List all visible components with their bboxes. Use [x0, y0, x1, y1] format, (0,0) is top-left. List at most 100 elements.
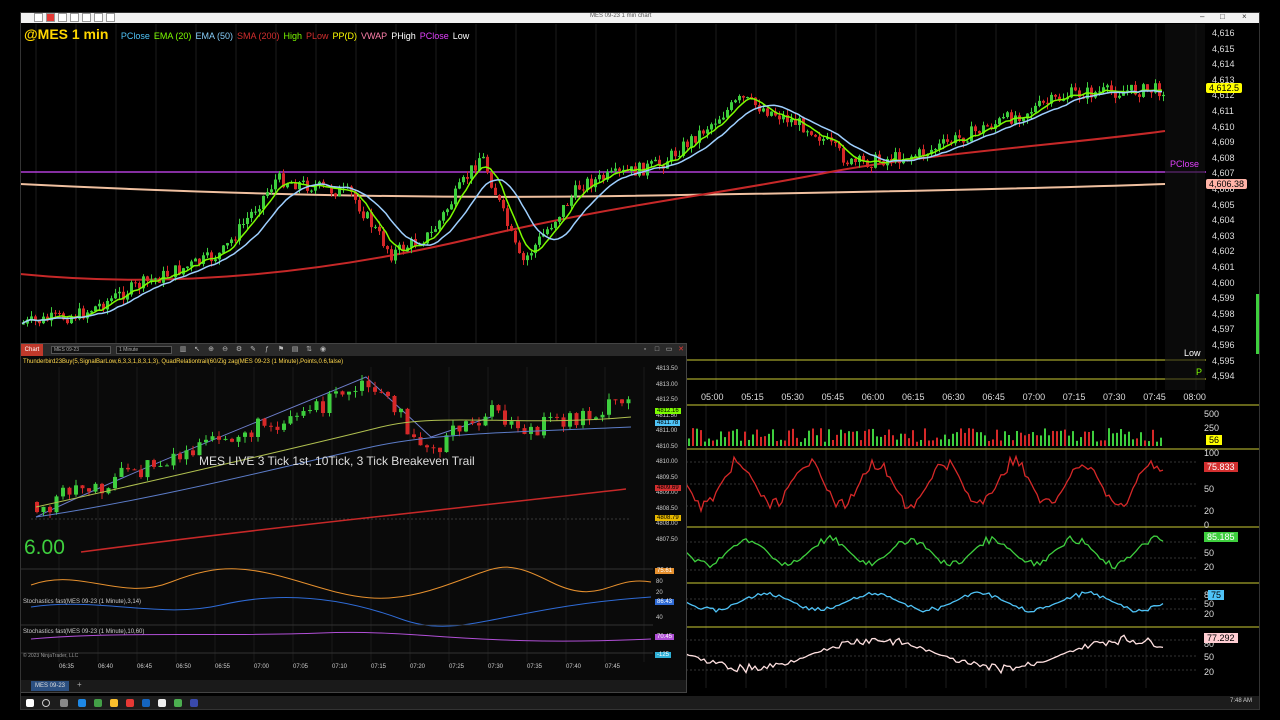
- instrument-select[interactable]: MES 09-23: [51, 346, 111, 354]
- chrome-icon[interactable]: [94, 699, 102, 707]
- minimize-button[interactable]: –: [1200, 12, 1204, 21]
- strategy-icon[interactable]: ⚑: [277, 346, 285, 354]
- nt-maximize-icon[interactable]: □: [653, 346, 661, 354]
- osc1-panel: 100 80 50 20 0 75.833: [686, 448, 1260, 530]
- zoom-in-icon[interactable]: ⊕: [207, 346, 215, 354]
- candle-body: [938, 143, 941, 150]
- add-tab-icon[interactable]: [58, 13, 67, 22]
- price-tick: 4,601: [1212, 262, 1235, 272]
- search-icon[interactable]: [42, 699, 50, 707]
- nt-min-icon[interactable]: ▭: [665, 346, 673, 354]
- candle-body: [550, 227, 553, 230]
- nt-time-tick: 06:40: [98, 664, 114, 670]
- edge-icon[interactable]: [78, 699, 86, 707]
- nt-candle-body: [334, 391, 338, 394]
- nt-candle-body: [145, 460, 150, 478]
- chart-icon[interactable]: [94, 13, 103, 22]
- candle-body: [1002, 117, 1005, 119]
- explorer-icon[interactable]: [110, 699, 118, 707]
- candle-body: [1006, 112, 1009, 118]
- candle-body: [850, 158, 853, 165]
- nt-candle-body: [210, 436, 215, 440]
- record-icon[interactable]: [46, 13, 55, 22]
- maximize-button[interactable]: □: [1220, 12, 1225, 21]
- nt-candle-body: [490, 405, 494, 417]
- layout-icon[interactable]: [82, 13, 91, 22]
- add-tab-button[interactable]: +: [77, 680, 82, 689]
- nt-candle-body: [425, 445, 429, 448]
- zoom-out-icon[interactable]: ⊖: [221, 346, 229, 354]
- right-indicator-panels[interactable]: 500 250 56 100 80 50 20 0 75.833 80 50 2…: [685, 404, 1260, 688]
- close-button[interactable]: ×: [1242, 12, 1247, 21]
- data-box-icon[interactable]: ▤: [291, 346, 299, 354]
- app-icon-3[interactable]: [174, 699, 182, 707]
- price-axis[interactable]: 4,616 4,615 4,614 4,613 4,612 4,611 4,610 4,609…: [1208, 24, 1260, 390]
- candle-body: [262, 195, 265, 210]
- app-icon-2[interactable]: [158, 699, 166, 707]
- folder-icon[interactable]: [70, 13, 79, 22]
- window-icon[interactable]: [34, 13, 43, 22]
- nt-price-tick: 4807.50: [656, 536, 678, 543]
- nt-price-axis[interactable]: 4813.50 4813.00 4812.50 4811.50 4811.00 4810.…: [653, 357, 686, 667]
- stochastics-1-label: Stochastics fast(MES 09-23 (1 Minute),3,…: [23, 599, 142, 605]
- nt-candle-body: [282, 423, 286, 430]
- nt-price-flag: 4809.69: [655, 485, 681, 491]
- drawing-tool-icon[interactable]: ✎: [249, 346, 257, 354]
- nt-osc-flag: -125: [655, 652, 672, 658]
- candle-body: [526, 255, 529, 261]
- candle-body: [54, 312, 57, 314]
- app-icon-4[interactable]: [190, 699, 198, 707]
- time-tick: 06:30: [942, 392, 965, 402]
- nt-candle-body: [574, 413, 579, 426]
- nt-candle-body: [347, 391, 351, 395]
- strategy-overlay-text: MES LIVE 3 Tick 1st, 10Tick, 3 Tick Brea…: [199, 454, 475, 468]
- bar-type-icon[interactable]: ▥: [179, 346, 187, 354]
- candle-body: [118, 291, 121, 294]
- candle-body: [446, 209, 449, 213]
- candle-body: [762, 108, 765, 112]
- indicators-icon[interactable]: ƒ: [263, 346, 271, 354]
- symbol-label: @MES 1 min: [24, 26, 109, 42]
- start-icon[interactable]: [26, 699, 34, 707]
- tab-mes[interactable]: MES 09-23: [31, 681, 70, 691]
- candle-body: [490, 172, 493, 188]
- nt-restore-icon[interactable]: ▫: [641, 346, 649, 354]
- nt-time-tick: 07:35: [527, 664, 543, 670]
- candle-body: [822, 139, 825, 141]
- candle-body: [434, 229, 437, 232]
- chart-menu-button[interactable]: Chart: [21, 344, 43, 356]
- osc1-scale-0: 0: [1204, 520, 1210, 530]
- app-icon-1[interactable]: [142, 699, 150, 707]
- main-price-chart[interactable]: @MES 1 min PClose EMA (20) EMA (50) SMA (20…: [20, 24, 1260, 390]
- nt-candle-body: [191, 450, 195, 456]
- nt-candle-body: [126, 467, 130, 470]
- pointer-icon[interactable]: ↖: [193, 346, 201, 354]
- candle-body: [674, 150, 677, 157]
- candle-body: [1034, 105, 1037, 113]
- legend-item: PClose: [120, 31, 150, 41]
- nt-price-tick: 4813.50: [656, 366, 678, 372]
- candle-body: [802, 118, 805, 133]
- main-chart-canvas[interactable]: [20, 24, 1260, 390]
- nt-osc-scale: 20: [656, 590, 663, 596]
- task-view-icon[interactable]: [60, 699, 68, 707]
- nt-candle-body: [262, 418, 267, 426]
- osc2-scale-50: 50: [1204, 548, 1215, 558]
- nt-close-icon[interactable]: ✕: [677, 346, 685, 354]
- properties-icon[interactable]: ⚙: [235, 346, 243, 354]
- candle-body: [146, 276, 149, 281]
- chart-trader-icon[interactable]: ⇅: [305, 346, 313, 354]
- candle-body: [806, 131, 809, 133]
- nt-candle-body: [483, 416, 488, 426]
- candle-body: [546, 229, 549, 235]
- pnl-value: 6.00: [24, 536, 65, 559]
- nt-candle-body: [230, 438, 234, 442]
- candle-body: [818, 136, 821, 141]
- ninjatrader-chart-window[interactable]: Chart MES 09-23 1 Minute ▥ ↖ ⊕ ⊖ ⚙ ✎ ƒ ⚑…: [20, 343, 687, 693]
- nt-candle-body: [542, 416, 546, 436]
- ninjatrader-icon[interactable]: [126, 699, 134, 707]
- snapshot-icon[interactable]: ◉: [319, 346, 327, 354]
- settings-icon[interactable]: [106, 13, 115, 22]
- interval-select[interactable]: 1 Minute: [116, 346, 172, 354]
- nt-chart-canvas[interactable]: [21, 357, 653, 667]
